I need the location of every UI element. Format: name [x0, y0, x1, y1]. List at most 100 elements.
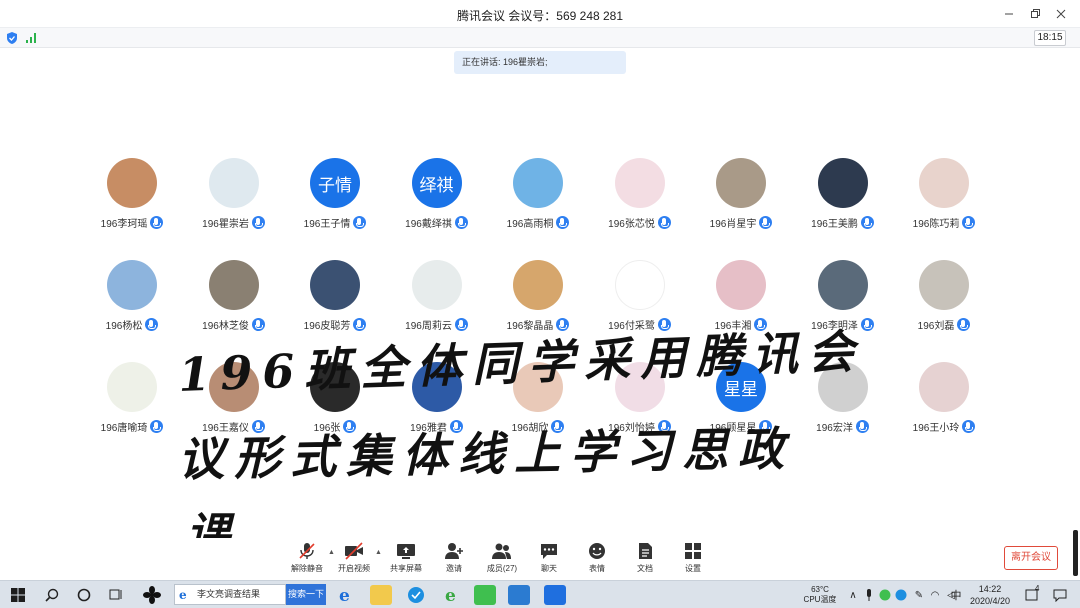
- unmute-button[interactable]: 解除静音: [284, 542, 330, 574]
- members-label: 成员(27): [486, 564, 518, 573]
- cortana-icon[interactable]: [72, 581, 96, 608]
- shield-icon[interactable]: [5, 31, 19, 45]
- participant-name-row: 196肖星宇: [690, 215, 792, 230]
- participant-tile[interactable]: 196刘磊: [893, 260, 995, 340]
- leave-meeting-button[interactable]: 离开会议: [1004, 546, 1058, 570]
- edge-browser-icon[interactable]: e: [334, 581, 358, 608]
- participant-name-row: 196王美鹏: [792, 215, 894, 230]
- participant-tile[interactable]: 196陈巧莉: [893, 158, 995, 238]
- avatar: [107, 260, 157, 310]
- ime-indicator[interactable]: 中: [946, 581, 966, 608]
- app-fan-icon[interactable]: [140, 581, 164, 608]
- clock-time: 14:22: [978, 584, 1002, 594]
- avatar: [208, 158, 259, 208]
- participant-tile[interactable]: 196王小玲: [893, 362, 995, 442]
- tray-pen-icon[interactable]: ✎: [912, 581, 926, 608]
- reactions-button[interactable]: 表情: [574, 542, 620, 574]
- chat-icon: [541, 544, 557, 559]
- avatar: [614, 158, 665, 208]
- action-center-icon[interactable]: [1050, 581, 1070, 608]
- participant-tile[interactable]: 196杨松: [81, 260, 183, 340]
- window-title: 腾讯会议 会议号：569 248 281: [456, 9, 624, 23]
- participant-name: 196皮聪芳: [303, 321, 351, 332]
- participant-name: 196刘磊: [917, 321, 955, 332]
- share-screen-label: 共享屏幕: [390, 564, 422, 573]
- members-button[interactable]: 成员(27): [479, 542, 525, 574]
- mic-status-icon: [556, 216, 570, 229]
- avatar: [817, 158, 868, 208]
- participant-name: 196林芝俊: [202, 321, 249, 332]
- mic-status-icon: [454, 216, 468, 229]
- clock-date: 2020/4/20: [969, 596, 1011, 606]
- participant-tile[interactable]: 196瞿崇岩: [183, 158, 285, 238]
- tray-expand-chevron-icon[interactable]: ∧: [846, 581, 860, 608]
- reactions-label: 表情: [589, 564, 605, 573]
- restore-icon[interactable]: [1022, 4, 1048, 24]
- minimize-icon[interactable]: [996, 4, 1022, 24]
- word-icon[interactable]: [544, 585, 566, 605]
- mic-status-icon: [759, 216, 773, 229]
- participant-tile[interactable]: 196王美鹏: [792, 158, 894, 238]
- avatar: [107, 158, 157, 208]
- info-strip: 18:15: [0, 28, 1080, 48]
- tray-mic-icon[interactable]: [862, 581, 876, 608]
- taskbar-clock[interactable]: 14:22 2020/4/20: [968, 583, 1012, 607]
- signal-icon[interactable]: [25, 32, 37, 44]
- avatar: [716, 158, 766, 208]
- grid-settings-icon: [685, 543, 701, 559]
- scrollbar-handle[interactable]: [1073, 530, 1078, 576]
- participant-name-row: 196瞿崇岩: [183, 215, 285, 230]
- chat-button[interactable]: 聊天: [526, 542, 572, 574]
- participant-name-row: 196张芯悦: [589, 215, 691, 230]
- participant-name: 196李珂瑶: [100, 219, 148, 230]
- close-icon[interactable]: [1048, 4, 1074, 24]
- participant-name-row: 196刘磊: [893, 317, 995, 332]
- participant-tile[interactable]: 196唐喻琦: [81, 362, 183, 442]
- participant-tile[interactable]: 196张芯悦: [589, 158, 691, 238]
- mic-status-icon: [251, 318, 265, 331]
- notification-count: 4: [1035, 584, 1040, 593]
- search-icon[interactable]: [40, 581, 64, 608]
- ie-small-icon: e: [178, 588, 192, 602]
- avatar: 绎祺: [411, 158, 462, 208]
- smile-icon: [589, 543, 605, 559]
- participant-tile[interactable]: 196林芝俊: [183, 260, 285, 340]
- docs-button[interactable]: 文档: [622, 542, 668, 574]
- participant-tile[interactable]: 196高雨桐: [487, 158, 589, 238]
- task-view-icon[interactable]: [104, 581, 128, 608]
- mic-status-icon: [251, 216, 265, 229]
- participant-tile[interactable]: 196李珂瑶: [81, 158, 183, 238]
- avatar: [919, 158, 969, 208]
- participant-name: 196宏洋: [816, 423, 853, 434]
- notification-icon[interactable]: 4: [1022, 581, 1042, 608]
- start-video-button[interactable]: 开启视频: [331, 542, 377, 574]
- settings-button[interactable]: 设置: [670, 542, 716, 574]
- windows-start-icon[interactable]: [6, 581, 30, 608]
- participant-tile[interactable]: 196皮聪芳: [284, 260, 386, 340]
- participant-tile[interactable]: 绎祺 196戴绎祺: [386, 158, 488, 238]
- participant-name-row: 196戴绎祺: [386, 215, 488, 230]
- video-options-caret-icon[interactable]: ▲: [375, 549, 382, 556]
- participant-tile[interactable]: 196肖星宇: [690, 158, 792, 238]
- invite-button[interactable]: 邀请: [431, 542, 477, 574]
- meeting-toolbar: 解除静音 ▲ 开启视频 ▲ 共享屏幕 邀请 成员(27) 聊天 表情 文档 设置: [0, 538, 1080, 580]
- tencent-meeting-taskbar-icon[interactable]: [508, 585, 530, 605]
- tray-wifi-icon[interactable]: ◠: [928, 581, 942, 608]
- tray-app-green-icon[interactable]: [878, 581, 892, 608]
- wechat-icon[interactable]: [474, 585, 496, 605]
- svg-text:e: e: [179, 588, 187, 601]
- share-screen-button[interactable]: 共享屏幕: [383, 542, 429, 574]
- participant-name: 196陈巧莉: [912, 219, 960, 230]
- cpu-temp-widget[interactable]: 63°C CPU温度: [800, 581, 840, 608]
- participant-name-row: 196皮聪芳: [284, 317, 386, 332]
- mic-status-icon: [957, 318, 971, 331]
- taskbar-search-button[interactable]: 搜索一下: [286, 584, 326, 605]
- app-blue-circle-icon[interactable]: [404, 581, 428, 608]
- mic-status-icon: [860, 216, 874, 229]
- ie-browser-icon[interactable]: e: [440, 581, 464, 608]
- participant-tile[interactable]: 子情 196王子情: [284, 158, 386, 238]
- file-explorer-icon[interactable]: [370, 585, 392, 605]
- mic-status-icon: [962, 216, 976, 229]
- meeting-window: 腾讯会议 会议号：569 248 281 18:15 正在讲话: 196瞿崇岩;…: [0, 0, 1080, 608]
- tray-app-blue-icon[interactable]: [894, 581, 908, 608]
